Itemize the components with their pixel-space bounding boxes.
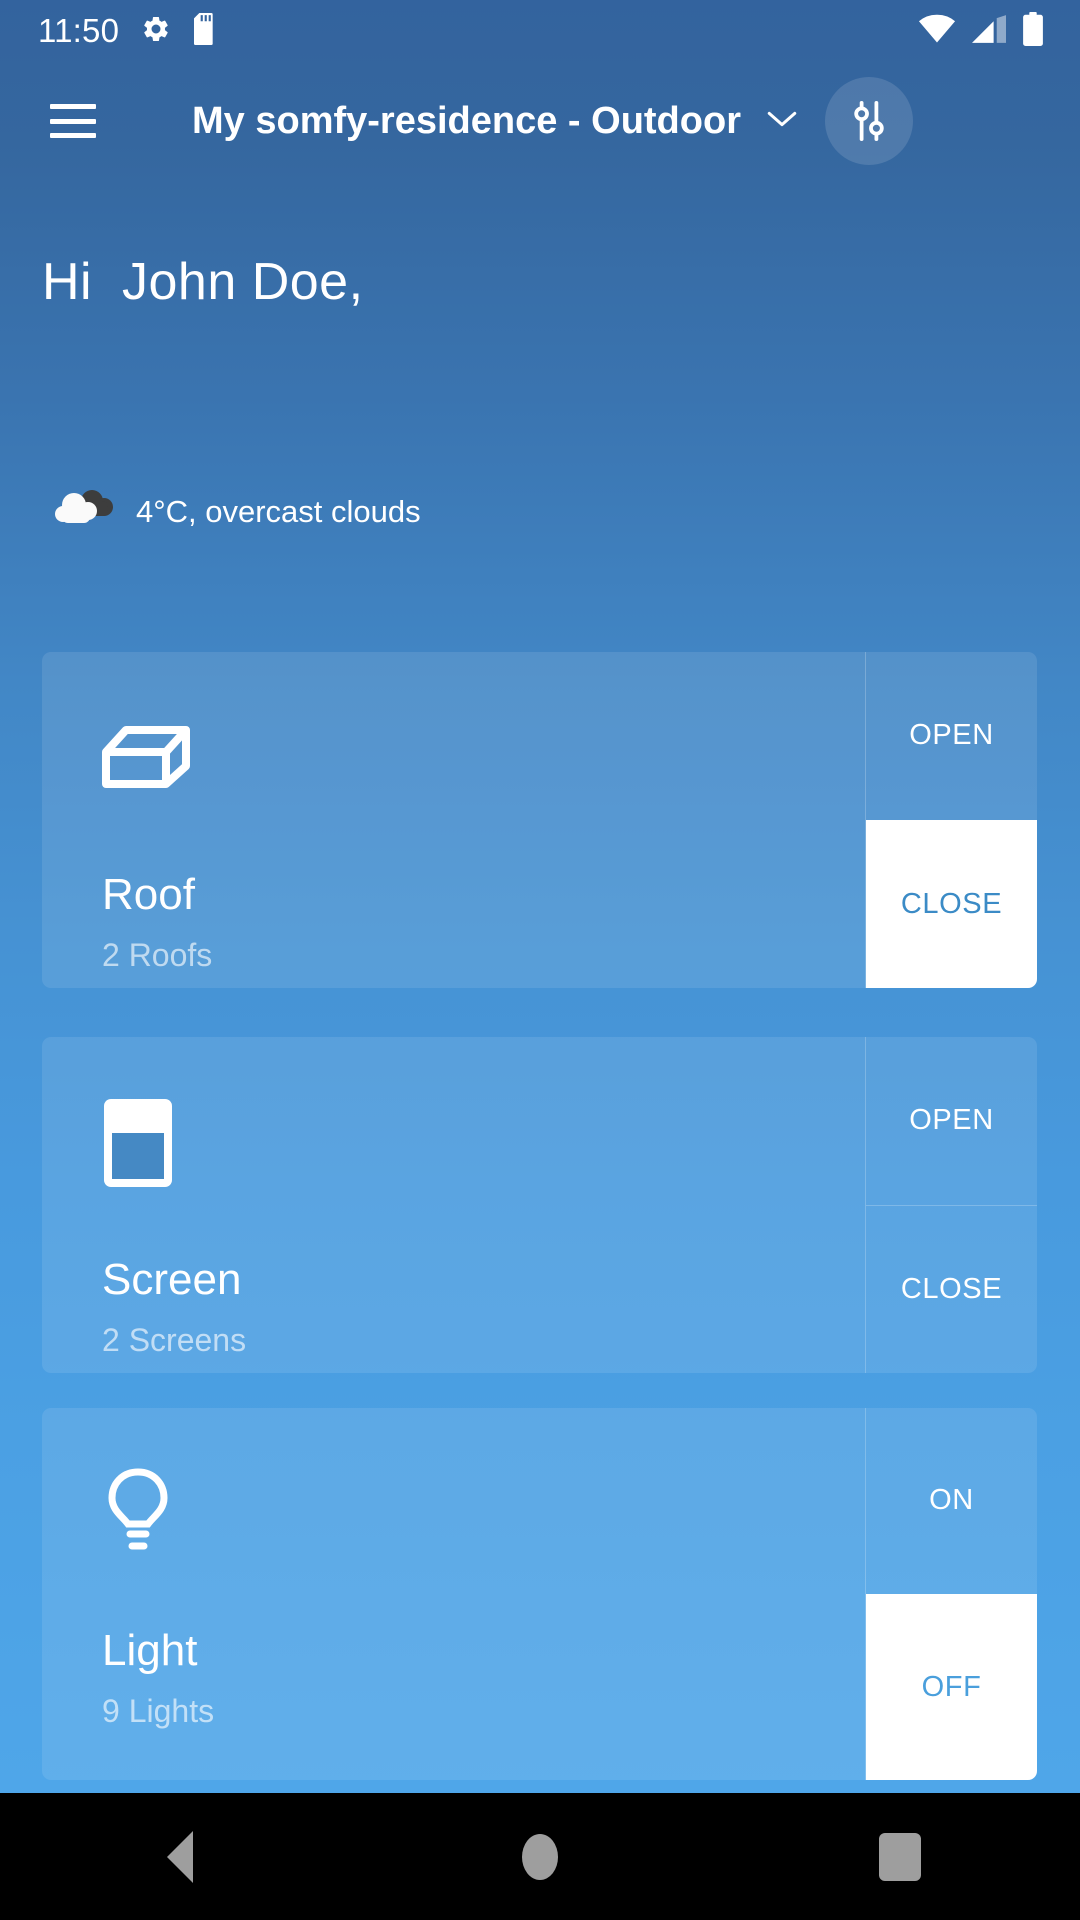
cellular-signal-icon xyxy=(972,14,1006,49)
wifi-icon xyxy=(918,14,956,49)
card-title: Roof xyxy=(102,870,195,919)
tune-sliders-icon[interactable] xyxy=(824,77,913,165)
weather-row: 4°C, overcast clouds xyxy=(52,485,421,538)
status-bar-left: 11:50 xyxy=(38,12,219,50)
hamburger-bar xyxy=(50,133,96,138)
status-bar-clock: 11:50 xyxy=(38,12,120,49)
card-body[interactable]: Screen 2 Screens xyxy=(42,1037,865,1373)
app-bar: My somfy-residence - Outdoor xyxy=(0,62,1080,180)
status-bar-right xyxy=(918,11,1044,51)
hamburger-bar xyxy=(50,104,96,109)
greeting-text: Hi John Doe, xyxy=(42,253,364,311)
card-actions: OPEN CLOSE xyxy=(865,1037,1037,1373)
card-actions: OPEN CLOSE xyxy=(865,652,1037,988)
card-actions: ON OFF xyxy=(865,1408,1037,1780)
screen-close-button[interactable]: CLOSE xyxy=(866,1204,1037,1374)
light-on-button[interactable]: ON xyxy=(866,1408,1037,1594)
status-bar: 11:50 xyxy=(0,0,1080,62)
gear-icon xyxy=(141,14,171,49)
phone-screen: 11:50 My somfy-residence - Outdoor Hi Jo… xyxy=(0,0,1080,1920)
weather-text: 4°C, overcast clouds xyxy=(136,493,421,529)
app-background: 11:50 My somfy-residence - Outdoor Hi Jo… xyxy=(0,0,1080,1793)
nav-back-button[interactable] xyxy=(120,1793,240,1920)
light-bulb-icon xyxy=(100,1468,192,1560)
device-card-roof[interactable]: Roof 2 Roofs OPEN CLOSE xyxy=(42,652,1037,988)
home-circle-icon xyxy=(522,1833,558,1880)
hamburger-bar xyxy=(50,118,96,124)
overcast-clouds-icon xyxy=(52,485,116,538)
roof-open-button[interactable]: OPEN xyxy=(866,652,1037,820)
card-title: Screen xyxy=(102,1255,242,1304)
card-body[interactable]: Roof 2 Roofs xyxy=(42,652,865,988)
roof-close-button[interactable]: CLOSE xyxy=(866,819,1037,988)
back-triangle-icon xyxy=(167,1830,193,1883)
nav-recents-button[interactable] xyxy=(840,1793,960,1920)
recents-square-icon xyxy=(879,1832,921,1881)
device-card-screen[interactable]: Screen 2 Screens OPEN CLOSE xyxy=(42,1037,1037,1373)
sd-card-icon xyxy=(193,12,219,50)
roof-pergola-icon xyxy=(100,712,192,804)
chevron-down-icon[interactable] xyxy=(765,108,799,135)
device-card-light[interactable]: Light 9 Lights ON OFF xyxy=(42,1408,1037,1780)
screen-blind-icon xyxy=(100,1097,192,1189)
battery-icon xyxy=(1022,11,1044,51)
screen-open-button[interactable]: OPEN xyxy=(866,1037,1037,1205)
android-nav-bar xyxy=(0,1793,1080,1920)
card-subtitle: 2 Screens xyxy=(102,1322,247,1358)
card-subtitle: 9 Lights xyxy=(102,1693,215,1729)
card-body[interactable]: Light 9 Lights xyxy=(42,1408,865,1780)
card-title: Light xyxy=(102,1626,198,1675)
page-title: My somfy-residence - Outdoor xyxy=(192,99,741,142)
hamburger-menu-icon[interactable] xyxy=(50,104,96,138)
nav-home-button[interactable] xyxy=(480,1793,600,1920)
card-subtitle: 2 Roofs xyxy=(102,937,213,973)
light-off-button[interactable]: OFF xyxy=(866,1593,1037,1780)
